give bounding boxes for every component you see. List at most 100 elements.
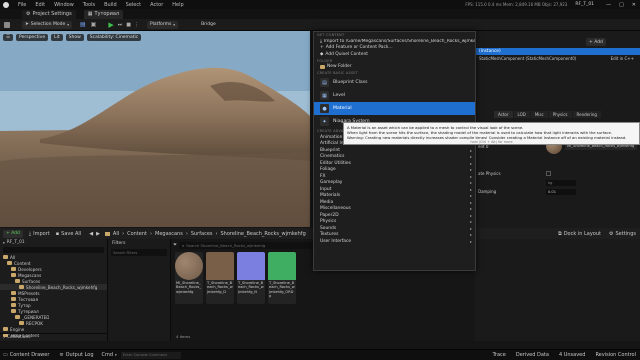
tree-folder-label: RECPOK xyxy=(26,320,44,326)
scalability-label: Scalability: Cinematic xyxy=(89,35,139,40)
crumb-shoreline[interactable]: Shoreline_Beach_Rocks_wjmkehfg xyxy=(221,231,306,237)
filter-icon[interactable]: ⏷ xyxy=(173,242,177,248)
menu-help[interactable]: Help xyxy=(172,2,183,8)
stop-icon[interactable]: ■ xyxy=(126,22,131,28)
trace-button[interactable]: Trace xyxy=(493,352,506,358)
unreal-logo-icon[interactable] xyxy=(3,1,9,8)
simulate-physics-checkbox[interactable] xyxy=(546,171,551,176)
viewport-menu-button[interactable]: ☰ xyxy=(3,34,14,41)
content-drawer-label: Content Drawer xyxy=(9,352,50,358)
asset-tile[interactable]: T_Shoreline_Beach_Rocks_wjmkehfg_N xyxy=(237,252,265,304)
play-icon[interactable]: ▶ xyxy=(108,21,113,29)
console-input[interactable]: Enter Console Command xyxy=(120,351,181,359)
menu-select[interactable]: Select xyxy=(126,2,141,8)
save-icon[interactable] xyxy=(4,21,10,28)
menu-window[interactable]: Window xyxy=(54,2,74,8)
filter-search-input[interactable]: Search Filters xyxy=(111,249,167,256)
project-root-label: RF_T_01 xyxy=(6,240,25,245)
chevron-down-icon: ▾ xyxy=(173,22,176,27)
asset-tile[interactable]: T_Shoreline_Beach_Rocks_wjmkehfg_D xyxy=(206,252,234,304)
damping-input[interactable]: 0.01 xyxy=(546,188,576,195)
back-icon[interactable]: ◀ xyxy=(89,231,93,237)
viewport-toolbar: ☰ Perspective Lit Show Scalability: Cine… xyxy=(0,33,310,42)
chevron-right-icon: ▸ xyxy=(469,219,472,225)
derived-data-label: Derived Data xyxy=(515,352,549,358)
folder-icon xyxy=(15,279,20,283)
details-tabs: Actor LOD Misc Physics Rendering xyxy=(476,110,640,118)
chevron-right-icon: ▸ xyxy=(469,160,472,166)
content-drawer-button[interactable]: ▭ Content Drawer xyxy=(3,352,49,358)
advanced-asset-item[interactable]: User Interface ▸ xyxy=(314,238,475,245)
filters-header[interactable]: Filters xyxy=(108,239,170,247)
tab-level[interactable]: ▦ Туториал xyxy=(83,9,124,19)
folder-icon xyxy=(11,273,16,277)
show-button[interactable]: Show xyxy=(65,34,84,41)
instance-row[interactable]: (Instance) xyxy=(476,48,640,55)
menu-tools[interactable]: Tools xyxy=(83,2,95,8)
output-log-button[interactable]: ≡ Output Log xyxy=(59,352,93,358)
tab-actor[interactable]: Actor xyxy=(494,110,513,118)
crumb-megascans[interactable]: Megascans xyxy=(155,231,183,237)
tab-misc[interactable]: Misc xyxy=(530,110,548,118)
level-viewport[interactable] xyxy=(0,31,310,227)
basic-asset-item[interactable]: ▤ Blueprint Class xyxy=(314,76,475,89)
cmd-label: Cmd xyxy=(101,352,114,358)
cb-save-all-button[interactable]: ▪ Save All xyxy=(56,231,81,237)
bridge-button[interactable]: Bridge xyxy=(198,21,219,29)
cb-add-button[interactable]: + Add xyxy=(3,229,23,238)
menu-build[interactable]: Build xyxy=(104,2,117,8)
cmd-dropdown[interactable]: Cmd ▾ xyxy=(102,352,117,358)
component-row[interactable]: StaticMeshComponent (StaticMeshComponent… xyxy=(476,55,640,62)
more-options-icon[interactable]: ⋮ xyxy=(134,22,139,28)
basic-asset-item[interactable]: ▦ Level xyxy=(314,89,475,102)
cb-settings-button[interactable]: ⚙ Settings xyxy=(609,231,636,237)
tab-rendering[interactable]: Rendering xyxy=(572,110,601,118)
add-quixel-menu-item[interactable]: ◆ Add Quixel Content xyxy=(314,51,475,58)
tab-project-settings[interactable]: ⚙ Project Settings xyxy=(22,9,76,19)
asset-tile[interactable]: MI_Shoreline_Beach_Rocks_wjmkehfg xyxy=(175,252,203,304)
crumb-surfaces[interactable]: Surfaces xyxy=(191,231,213,237)
menu-edit[interactable]: Edit xyxy=(35,2,45,8)
edit-in-cpp-link[interactable]: Edit in C++ xyxy=(611,56,634,61)
menu-actor[interactable]: Actor xyxy=(150,2,163,8)
crumb-all[interactable]: All xyxy=(113,231,119,237)
menu-file[interactable]: File xyxy=(18,2,26,8)
advanced-asset-label: Textures xyxy=(320,232,339,238)
asset-tile[interactable]: T_Shoreline_Beach_Rocks_wjmkehfg_ORDp xyxy=(268,252,296,304)
gear-icon: ⚙ xyxy=(609,230,614,237)
new-folder-menu-item[interactable]: New Folder xyxy=(314,64,475,71)
tab-lod[interactable]: LOD xyxy=(513,110,530,118)
minimize-button[interactable]: — xyxy=(606,2,611,8)
scalability-button[interactable]: Scalability: Cinematic xyxy=(86,34,142,41)
folder-icon xyxy=(15,315,20,319)
cb-settings-label: Settings xyxy=(615,230,636,237)
dock-in-layout-button[interactable]: ⧉ Dock in Layout xyxy=(558,231,601,237)
mass-input[interactable]: kg xyxy=(546,179,576,186)
derived-data-button[interactable]: Derived Data xyxy=(516,352,549,358)
tree-folder-label: Developers xyxy=(18,266,42,272)
selection-mode-button[interactable]: ➤ Selection Mode ▾ xyxy=(22,20,72,29)
skip-icon[interactable]: ⏭ xyxy=(118,22,123,28)
details-add-button[interactable]: + Add xyxy=(586,38,606,46)
close-button[interactable]: ✕ xyxy=(632,2,636,8)
collections-row[interactable]: › Collections xyxy=(0,333,108,341)
basic-asset-item[interactable]: ● Material xyxy=(314,102,475,115)
cb-import-button[interactable]: ⤓ Import xyxy=(29,231,50,237)
crumb-content[interactable]: Content xyxy=(127,231,147,237)
unsaved-button[interactable]: 4 Unsaved xyxy=(559,352,585,358)
tree-search[interactable] xyxy=(3,247,104,253)
advanced-asset-label: Input xyxy=(320,186,332,192)
drawer-icon: ▭ xyxy=(3,352,8,358)
maximize-button[interactable]: □ xyxy=(619,2,624,8)
forward-icon[interactable]: ▶ xyxy=(96,231,100,237)
project-root-row[interactable]: ▾ RF_T_01 xyxy=(0,239,107,246)
level-icon: ▦ xyxy=(87,11,93,17)
platforms-button[interactable]: Platforms ▾ xyxy=(146,20,179,29)
perspective-button[interactable]: Perspective xyxy=(16,34,49,41)
revision-control-button[interactable]: Revision Control xyxy=(595,352,636,358)
sequencer-icon[interactable]: ▣ xyxy=(91,21,97,28)
unsaved-label: 4 Unsaved xyxy=(558,352,586,358)
blueprint-icon[interactable]: ▤ xyxy=(80,21,86,28)
tab-physics[interactable]: Physics xyxy=(548,110,572,118)
lit-button[interactable]: Lit xyxy=(51,34,63,41)
